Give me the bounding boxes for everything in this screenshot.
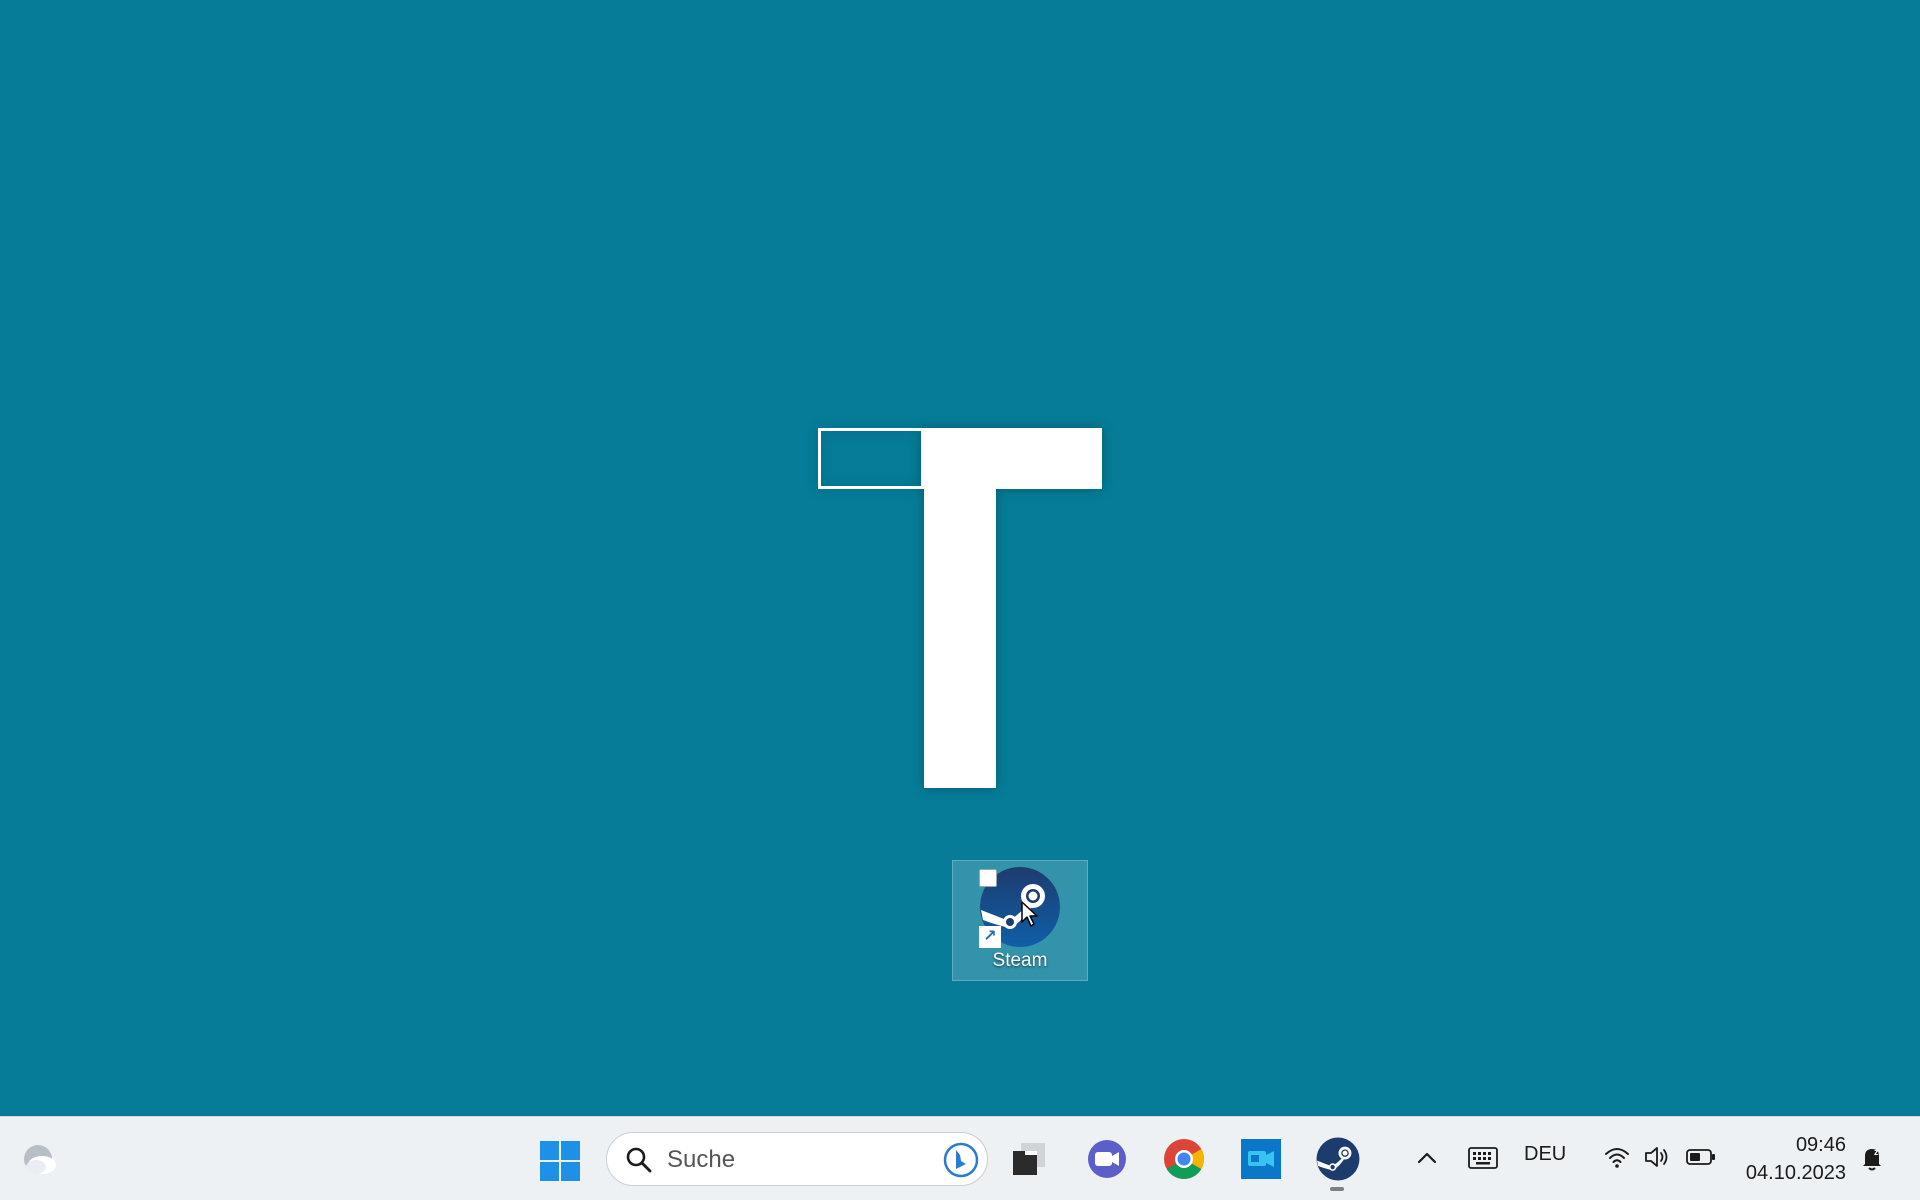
selection-checkbox[interactable] <box>979 869 997 887</box>
chrome-button[interactable] <box>1158 1133 1210 1185</box>
shortcut-arrow-icon: ↗ <box>979 926 1001 948</box>
meet-icon <box>1241 1139 1281 1179</box>
meet-button[interactable] <box>1235 1133 1287 1185</box>
taskbar: DEU 09:46 04.10.2023 z <box>0 1116 1920 1200</box>
windows-logo-icon <box>540 1141 580 1181</box>
search-box[interactable] <box>606 1132 988 1186</box>
battery-icon[interactable] <box>1685 1145 1717 1169</box>
steam-icon <box>1316 1137 1360 1181</box>
chrome-icon <box>1164 1139 1204 1179</box>
t-logo-outline-segment <box>818 428 924 489</box>
keyboard-icon[interactable] <box>1467 1145 1499 1171</box>
running-indicator <box>1330 1187 1344 1191</box>
bing-icon[interactable] <box>943 1142 979 1178</box>
search-icon <box>626 1147 652 1173</box>
task-view-button[interactable] <box>1003 1133 1055 1185</box>
mouse-cursor-icon <box>1021 901 1038 927</box>
clock-date: 04.10.2023 <box>1745 1162 1846 1184</box>
volume-icon[interactable] <box>1643 1143 1671 1171</box>
weather-cloud-icon[interactable] <box>18 1139 60 1181</box>
start-button[interactable] <box>536 1137 584 1185</box>
teams-button[interactable] <box>1081 1133 1133 1185</box>
notification-bell-icon[interactable]: z <box>1857 1143 1887 1173</box>
clock-time: 09:46 <box>1795 1134 1846 1156</box>
search-input[interactable] <box>667 1143 917 1177</box>
language-indicator[interactable]: DEU <box>1524 1143 1566 1166</box>
chevron-up-icon[interactable] <box>1412 1143 1442 1173</box>
t-logo-top-bar <box>924 428 1102 489</box>
desktop: ↗ Steam <box>0 0 1920 1116</box>
t-logo <box>818 428 1102 788</box>
t-logo-stem <box>924 489 996 788</box>
task-view-icon <box>1013 1143 1045 1175</box>
svg-text:z: z <box>1874 1147 1879 1157</box>
teams-icon <box>1088 1140 1126 1178</box>
desktop-icon-label: Steam <box>992 950 1048 971</box>
wifi-icon[interactable] <box>1603 1143 1631 1171</box>
steam-taskbar-button[interactable] <box>1312 1133 1364 1185</box>
clock[interactable]: 09:46 04.10.2023 <box>1740 1131 1846 1187</box>
